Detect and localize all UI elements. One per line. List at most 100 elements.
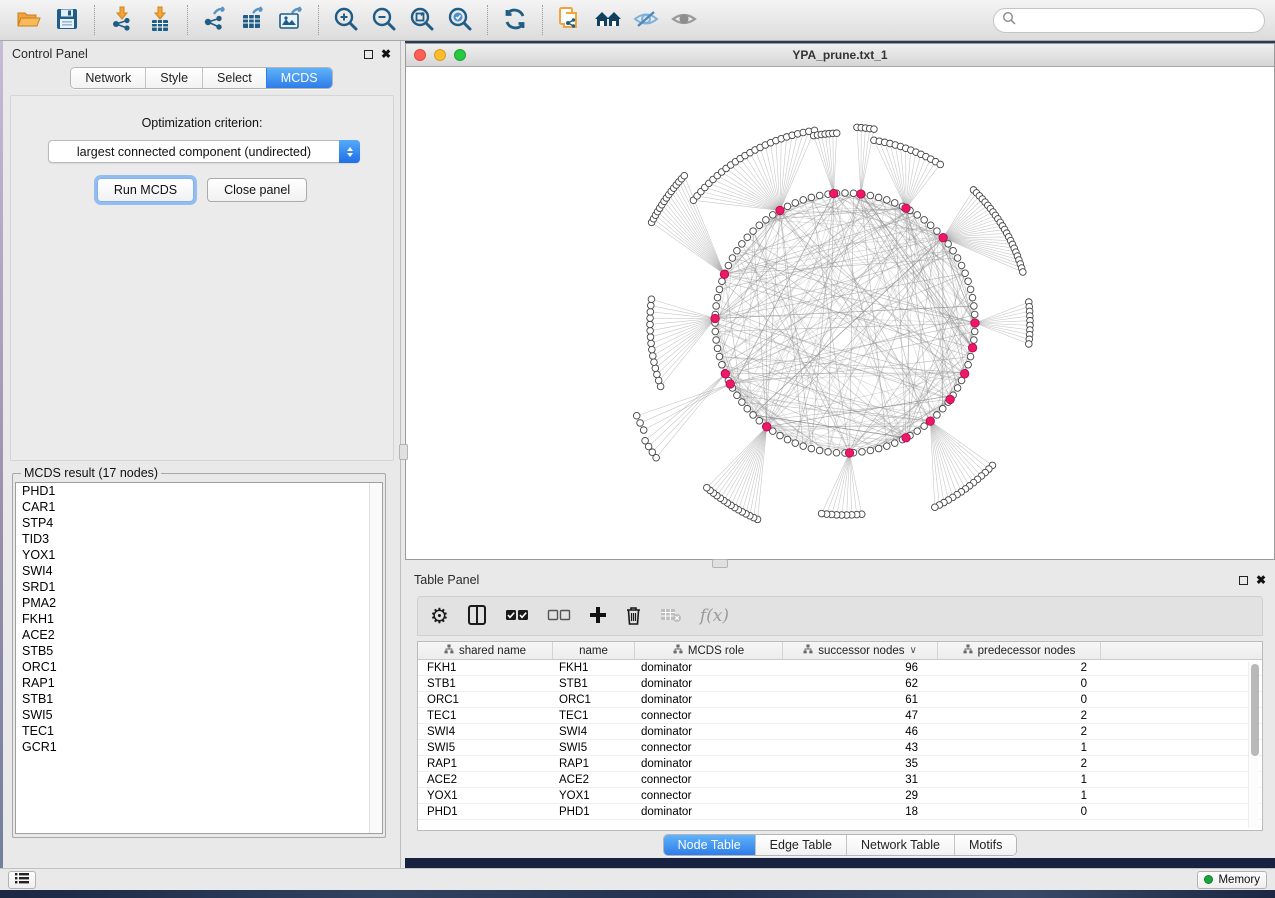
window-minimize-button[interactable] [434, 49, 446, 61]
show-columns-button[interactable] [467, 602, 487, 630]
export-network-button[interactable] [196, 3, 234, 37]
graph-node[interactable] [648, 340, 655, 347]
graph-node[interactable] [633, 412, 640, 419]
mcds-result-item[interactable]: SWI5 [16, 707, 382, 723]
mcds-result-item[interactable]: RAP1 [16, 675, 382, 691]
mcds-result-item[interactable]: STB1 [16, 691, 382, 707]
graph-node[interactable] [647, 321, 654, 328]
graph-node[interactable] [716, 286, 723, 293]
graph-node[interactable] [744, 234, 751, 241]
graph-node[interactable] [651, 359, 658, 366]
table-row[interactable]: FKH1FKH1dominator962 [418, 660, 1262, 676]
graph-mcds-node[interactable] [776, 206, 784, 214]
search-input[interactable] [1017, 13, 1256, 27]
column-header-MCDS-role[interactable]: MCDS role [635, 642, 783, 659]
graph-node[interactable] [704, 484, 711, 491]
search-field[interactable] [993, 8, 1265, 33]
mcds-result-item[interactable]: CAR1 [16, 499, 382, 515]
graph-mcds-node[interactable] [960, 370, 968, 378]
graph-node[interactable] [714, 345, 721, 352]
graph-node[interactable] [921, 217, 928, 224]
graph-node[interactable] [649, 346, 656, 353]
table-scrollbar[interactable] [1248, 662, 1259, 828]
graph-node[interactable] [734, 247, 741, 254]
graph-node[interactable] [932, 504, 939, 511]
graph-node[interactable] [784, 436, 791, 443]
graph-node[interactable] [914, 212, 921, 219]
table-row[interactable]: SWI4SWI4dominator462 [418, 724, 1262, 740]
show-all-button[interactable] [665, 3, 703, 37]
run-mcds-button[interactable]: Run MCDS [97, 178, 194, 202]
graph-node[interactable] [969, 294, 976, 301]
tab-network-table[interactable]: Network Table [846, 835, 954, 855]
graph-node[interactable] [714, 294, 721, 301]
table-row[interactable]: PHD1PHD1dominator180 [418, 804, 1262, 820]
graph-node[interactable] [800, 443, 807, 450]
graph-node[interactable] [769, 212, 776, 219]
hide-selected-button[interactable] [627, 3, 665, 37]
graph-node[interactable] [921, 423, 928, 430]
open-session-button[interactable] [10, 3, 48, 37]
graph-node[interactable] [934, 228, 941, 235]
tab-node-table[interactable]: Node Table [664, 835, 755, 855]
mcds-result-item[interactable]: SRD1 [16, 579, 382, 595]
graph-node[interactable] [808, 445, 815, 452]
graph-node[interactable] [967, 286, 974, 293]
tab-edge-table[interactable]: Edge Table [755, 835, 846, 855]
mcds-result-item[interactable]: PMA2 [16, 595, 382, 611]
mcds-result-item[interactable]: STB5 [16, 643, 382, 659]
mcds-result-item[interactable]: TID3 [16, 531, 382, 547]
optimization-criterion-select[interactable]: largest connected component (undirected) [48, 140, 360, 163]
graph-node[interactable] [954, 385, 961, 392]
mcds-result-list[interactable]: PHD1CAR1STP4TID3YOX1SWI4SRD1PMA2FKH1ACE2… [15, 482, 383, 834]
column-header-predecessor-nodes[interactable]: predecessor nodes [938, 642, 1101, 659]
graph-node[interactable] [825, 449, 832, 456]
graph-node[interactable] [763, 217, 770, 224]
graph-node[interactable] [958, 262, 965, 269]
export-table-button[interactable] [234, 3, 272, 37]
graph-node[interactable] [950, 247, 957, 254]
table-row[interactable]: RAP1RAP1dominator352 [418, 756, 1262, 772]
task-history-button[interactable] [8, 871, 36, 889]
table-scrollbar-thumb[interactable] [1251, 664, 1259, 756]
graph-node[interactable] [816, 192, 823, 199]
graph-mcds-node[interactable] [857, 190, 865, 198]
graph-node[interactable] [808, 194, 815, 201]
graph-node[interactable] [1026, 341, 1033, 348]
mcds-list-scrollbar[interactable] [369, 483, 382, 833]
graph-node[interactable] [883, 197, 890, 204]
graph-mcds-node[interactable] [971, 319, 979, 327]
zoom-selected-button[interactable] [441, 3, 479, 37]
graph-mcds-node[interactable] [939, 234, 947, 242]
close-panel-icon[interactable]: ✖ [381, 48, 391, 60]
mcds-result-item[interactable]: SWI4 [16, 563, 382, 579]
graph-node[interactable] [818, 510, 825, 517]
network-window-titlebar[interactable]: YPA_prune.txt_1 [406, 44, 1274, 67]
graph-node[interactable] [734, 392, 741, 399]
vertical-splitter-handle[interactable] [399, 444, 408, 460]
graph-node[interactable] [654, 371, 661, 378]
graph-node[interactable] [647, 315, 654, 322]
graph-node[interactable] [640, 427, 647, 434]
mcds-result-item[interactable]: STP4 [16, 515, 382, 531]
graph-mcds-node[interactable] [726, 380, 734, 388]
graph-node[interactable] [739, 399, 746, 406]
graph-mcds-node[interactable] [926, 417, 934, 425]
mcds-result-item[interactable]: ORC1 [16, 659, 382, 675]
graph-node[interactable] [647, 327, 654, 334]
graph-node[interactable] [777, 432, 784, 439]
graph-mcds-node[interactable] [845, 449, 853, 457]
graph-node[interactable] [655, 377, 662, 384]
graph-mcds-node[interactable] [968, 344, 976, 352]
graph-node[interactable] [967, 353, 974, 360]
graph-node[interactable] [1020, 269, 1027, 276]
graph-node[interactable] [784, 203, 791, 210]
mcds-result-item[interactable]: GCR1 [16, 739, 382, 755]
graph-node[interactable] [965, 361, 972, 368]
graph-node[interactable] [833, 130, 840, 137]
graph-node[interactable] [867, 447, 874, 454]
graph-node[interactable] [647, 309, 654, 316]
graph-node[interactable] [971, 337, 978, 344]
window-zoom-button[interactable] [454, 49, 466, 61]
graph-node[interactable] [800, 197, 807, 204]
